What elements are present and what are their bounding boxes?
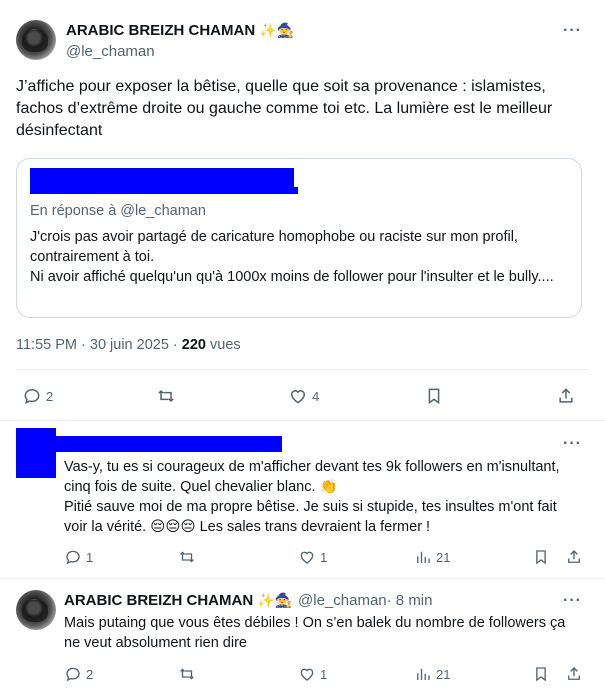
divider <box>16 369 589 370</box>
redacted-author-name <box>56 436 282 452</box>
bookmark-button[interactable] <box>532 665 550 683</box>
tweet-timestamp: 11:55 PM · 30 juin 2025 · 220 vues <box>16 337 241 353</box>
more-options-icon[interactable]: ··· <box>563 435 582 453</box>
share-button[interactable] <box>556 386 576 406</box>
bookmark-icon <box>428 388 440 405</box>
divider <box>0 578 605 579</box>
avatar[interactable] <box>16 590 56 630</box>
author-handle[interactable]: @le_chaman <box>298 592 387 609</box>
bookmark-icon <box>536 550 546 565</box>
views-button[interactable]: 21 <box>414 665 450 683</box>
reply-button[interactable]: 1 <box>64 548 93 566</box>
like-count: 1 <box>320 666 328 682</box>
quoted-text-2: Ni avoir affiché quelqu'un qu'à 1000x mo… <box>30 269 554 285</box>
like-button[interactable]: 1 <box>298 548 327 566</box>
view-count: 21 <box>436 666 451 682</box>
reply-text: Mais putaing que vous êtes débiles ! On … <box>64 615 566 651</box>
divider <box>0 420 605 421</box>
view-count: 21 <box>436 549 451 565</box>
author-emojis: ✨🧙 <box>259 22 295 38</box>
retweet-button[interactable] <box>178 665 196 683</box>
share-icon <box>559 388 573 403</box>
share-icon <box>568 667 580 680</box>
bookmark-button[interactable] <box>532 548 550 566</box>
reply-button[interactable]: 2 <box>64 665 93 683</box>
avatar[interactable] <box>16 20 56 60</box>
author-name[interactable]: ARABIC BREIZH CHAMAN <box>66 22 255 39</box>
reply-time[interactable]: · 8 min <box>387 592 433 609</box>
retweet-icon <box>158 389 174 403</box>
quoted-text-1: J'crois pas avoir partagé de caricature … <box>30 229 518 265</box>
reply-icon <box>66 550 80 565</box>
reply-count: 1 <box>86 549 94 565</box>
author-handle[interactable]: @le_chaman <box>66 43 155 60</box>
share-icon <box>568 550 580 563</box>
views-count: 220 <box>181 337 206 353</box>
author-name[interactable]: ARABIC BREIZH CHAMAN <box>64 592 253 609</box>
retweet-icon <box>180 668 194 680</box>
like-count: 4 <box>312 388 320 404</box>
author-emojis: ✨🧙 <box>257 592 293 608</box>
retweet-icon <box>180 551 194 563</box>
reply-text-1: Vas-y, tu es si courageux de m'afficher … <box>64 459 560 495</box>
analytics-icon <box>417 668 430 680</box>
like-count: 1 <box>320 549 328 565</box>
like-button[interactable]: 4 <box>288 386 319 406</box>
reply-icon <box>66 667 80 682</box>
reply-count: 2 <box>86 666 94 682</box>
share-button[interactable] <box>565 548 583 566</box>
tweet-text: J’affiche pour exposer la bêtise, quelle… <box>16 78 553 139</box>
heart-icon <box>290 390 306 404</box>
heart-icon <box>300 668 314 681</box>
more-options-icon[interactable]: ··· <box>563 22 582 40</box>
reply-icon <box>24 388 40 405</box>
reply-to-label: En réponse à @le_chaman <box>30 203 206 219</box>
redacted-avatar <box>16 428 56 478</box>
bookmark-icon <box>536 667 546 682</box>
retweet-button[interactable] <box>156 386 176 406</box>
retweet-button[interactable] <box>178 548 196 566</box>
author-row: ARABIC BREIZH CHAMAN ✨🧙 <box>66 22 294 39</box>
reply-text-2: Pitié sauve moi de ma propre bêtise. Je … <box>64 499 557 535</box>
heart-icon <box>300 551 314 564</box>
bookmark-button[interactable] <box>424 386 444 406</box>
timestamp-text[interactable]: 11:55 PM · 30 juin 2025 · <box>16 337 182 353</box>
reply-count: 2 <box>46 388 54 404</box>
reply-button[interactable]: 2 <box>22 386 53 406</box>
analytics-icon <box>417 551 430 563</box>
author-row: ARABIC BREIZH CHAMAN ✨🧙 @le_chaman · 8 m… <box>64 592 432 609</box>
like-button[interactable]: 1 <box>298 665 327 683</box>
share-button[interactable] <box>565 665 583 683</box>
redacted-author-tail <box>30 187 298 194</box>
views-label: vues <box>205 337 241 353</box>
more-options-icon[interactable]: ··· <box>563 592 582 610</box>
views-button[interactable]: 21 <box>414 548 450 566</box>
